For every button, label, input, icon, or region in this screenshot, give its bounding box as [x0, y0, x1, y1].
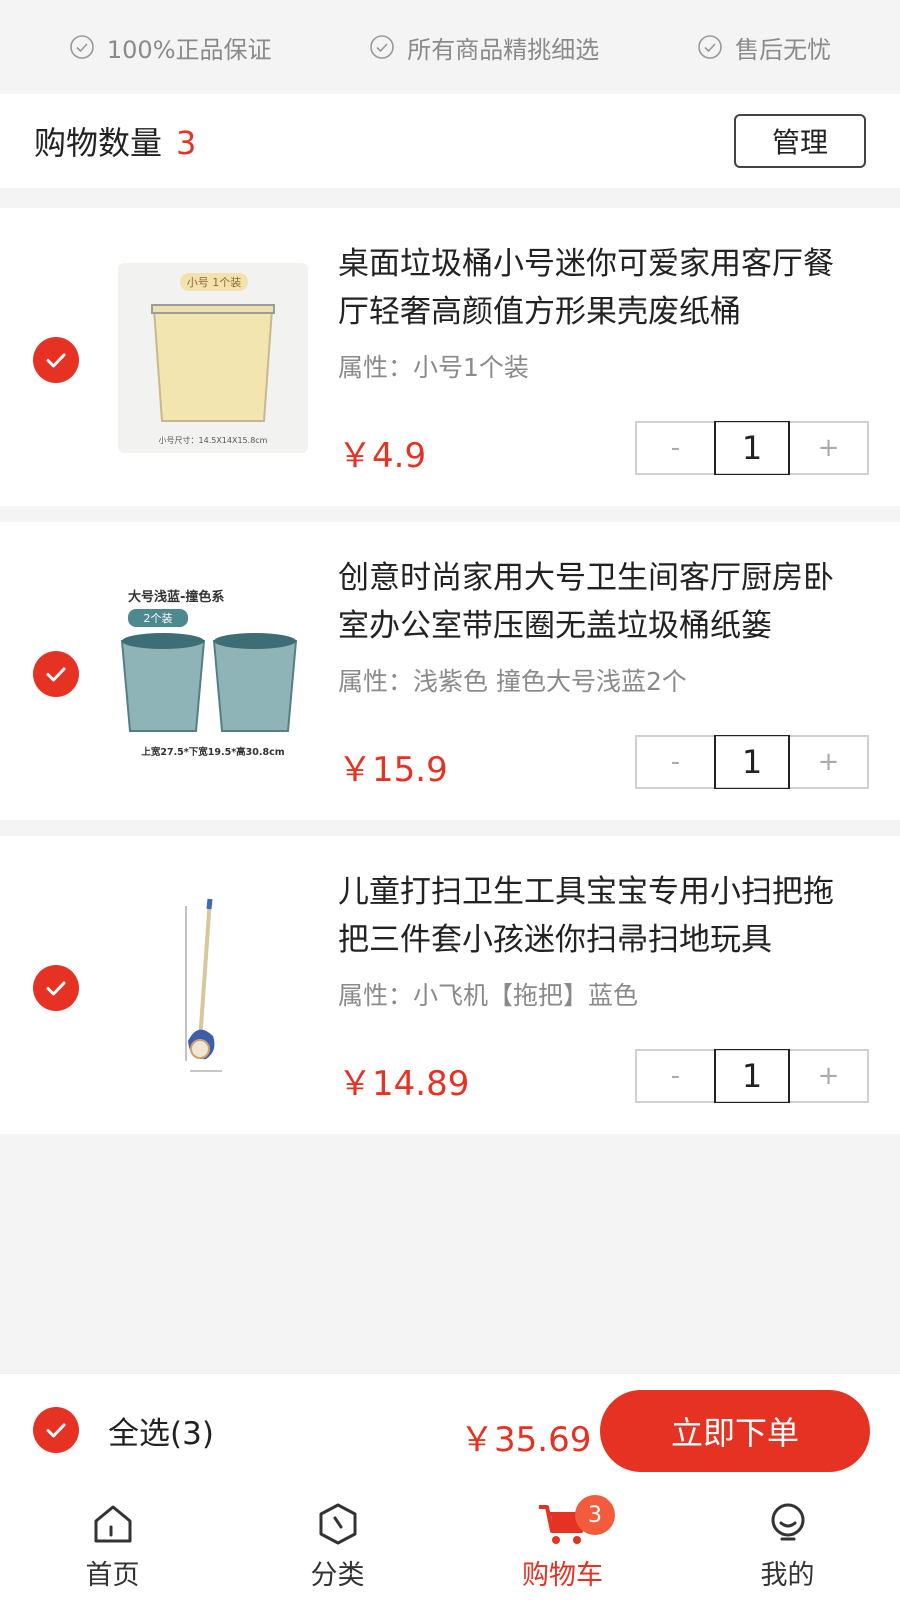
cart-count-label: 购物数量	[34, 124, 163, 162]
checkmark-icon	[46, 667, 66, 682]
item-title[interactable]: 儿童打扫卫生工具宝宝专用小扫把拖把三件套小孩迷你扫帚扫地玩具	[338, 868, 858, 964]
tab-label: 首页	[85, 1560, 140, 1591]
item-attribute: 属性：浅紫色 撞色大号浅蓝2个	[338, 667, 687, 696]
home-icon	[94, 1505, 131, 1543]
product-image[interactable]: 小号 1个装 小号尺寸：14.5X14X15.8cm	[118, 263, 308, 453]
item-checkbox[interactable]	[33, 965, 79, 1011]
guarantee-text: 100%正品保证	[106, 35, 272, 64]
total-price: ￥35.69	[460, 1420, 592, 1460]
tab-cart[interactable]: 3 购物车	[450, 1487, 675, 1600]
profile-icon	[771, 1503, 804, 1541]
trash-bin-image: 大号浅蓝-撞色系 2个装 上宽27.5*下宽19.5*高30.8cm	[120, 589, 298, 758]
quantity-increase-button[interactable]: +	[790, 1051, 867, 1101]
cart-item: 大号浅蓝-撞色系 2个装 上宽27.5*下宽19.5*高30.8cm 创意时尚家…	[0, 522, 900, 820]
tab-label: 我的	[760, 1560, 815, 1591]
quantity-decrease-button[interactable]: -	[637, 1051, 714, 1101]
item-title[interactable]: 桌面垃圾桶小号迷你可爱家用客厅餐厅轻奢高颜值方形果壳废纸桶	[338, 240, 858, 336]
checkmark-icon	[46, 353, 66, 368]
quantity-value[interactable]: 1	[714, 421, 790, 475]
bottom-tab-bar: 首页 分类 3 购物车 我的	[0, 1487, 900, 1600]
cart-count-value: 3	[176, 124, 197, 162]
checkmark-icon	[46, 1423, 66, 1438]
quantity-stepper: - 1 +	[635, 421, 869, 475]
item-attribute: 属性：小号1个装	[338, 353, 529, 382]
quantity-increase-button[interactable]: +	[790, 423, 867, 473]
select-all-checkbox[interactable]	[33, 1407, 79, 1453]
trash-bin-image: 小号 1个装 小号尺寸：14.5X14X15.8cm	[151, 273, 275, 445]
select-all-label[interactable]: 全选(3)	[108, 1408, 214, 1453]
cart-badge: 3	[575, 1495, 615, 1535]
image-tag: 2个装	[144, 612, 173, 625]
manage-button[interactable]: 管理	[734, 114, 866, 168]
guarantee-text: 所有商品精挑细选	[407, 35, 600, 64]
item-price: ￥4.9	[338, 436, 427, 476]
category-icon	[319, 1503, 356, 1545]
check-circle-icon	[70, 35, 94, 59]
quantity-increase-button[interactable]: +	[790, 737, 867, 787]
cart-count-group: 购物数量 3	[34, 118, 196, 164]
quantity-decrease-button[interactable]: -	[637, 737, 714, 787]
image-label: 小号 1个装	[187, 276, 242, 289]
quantity-value[interactable]: 1	[714, 735, 790, 789]
place-order-button[interactable]: 立即下单	[600, 1390, 870, 1472]
quantity-value[interactable]: 1	[714, 1049, 790, 1103]
tab-label: 购物车	[522, 1560, 603, 1591]
tab-category[interactable]: 分类	[225, 1487, 450, 1600]
image-caption: 小号尺寸：14.5X14X15.8cm	[159, 435, 268, 445]
item-checkbox[interactable]	[33, 651, 79, 697]
tab-profile[interactable]: 我的	[675, 1487, 900, 1600]
checkout-bar: 全选(3) ￥35.69 立即下单	[0, 1373, 900, 1487]
guarantee-strip: 100%正品保证 所有商品精挑细选 售后无忧	[0, 0, 900, 94]
guarantee-text: 售后无忧	[735, 35, 832, 64]
cart-header: 购物数量 3 管理	[0, 94, 900, 188]
checkmark-icon	[46, 981, 66, 996]
quantity-decrease-button[interactable]: -	[637, 423, 714, 473]
cart-item: 小号 1个装 小号尺寸：14.5X14X15.8cm 桌面垃圾桶小号迷你可爱家用…	[0, 208, 900, 506]
item-attribute: 属性：小飞机【拖把】蓝色	[338, 981, 639, 1010]
item-price: ￥14.89	[338, 1064, 470, 1104]
item-title[interactable]: 创意时尚家用大号卫生间客厅厨房卧室办公室带压圈无盖垃圾桶纸篓	[338, 554, 858, 650]
check-circle-icon	[370, 35, 395, 59]
tab-label: 分类	[310, 1560, 365, 1591]
guarantee-item: 100%正品保证	[69, 30, 272, 65]
image-caption: 上宽27.5*下宽19.5*高30.8cm	[141, 746, 284, 758]
tab-home[interactable]: 首页	[0, 1487, 225, 1600]
item-checkbox[interactable]	[33, 337, 79, 383]
guarantee-item: 所有商品精挑细选	[369, 30, 599, 65]
quantity-stepper: - 1 +	[635, 1049, 869, 1103]
guarantee-item: 售后无忧	[697, 30, 831, 65]
item-price: ￥15.9	[338, 750, 448, 790]
check-circle-icon	[698, 35, 722, 59]
product-image[interactable]	[118, 891, 308, 1081]
quantity-stepper: - 1 +	[635, 735, 869, 789]
mop-toy-image	[185, 898, 222, 1072]
product-image[interactable]: 大号浅蓝-撞色系 2个装 上宽27.5*下宽19.5*高30.8cm	[118, 577, 308, 767]
image-label: 大号浅蓝-撞色系	[128, 589, 224, 605]
cart-item: 儿童打扫卫生工具宝宝专用小扫把拖把三件套小孩迷你扫帚扫地玩具 属性：小飞机【拖把…	[0, 836, 900, 1134]
